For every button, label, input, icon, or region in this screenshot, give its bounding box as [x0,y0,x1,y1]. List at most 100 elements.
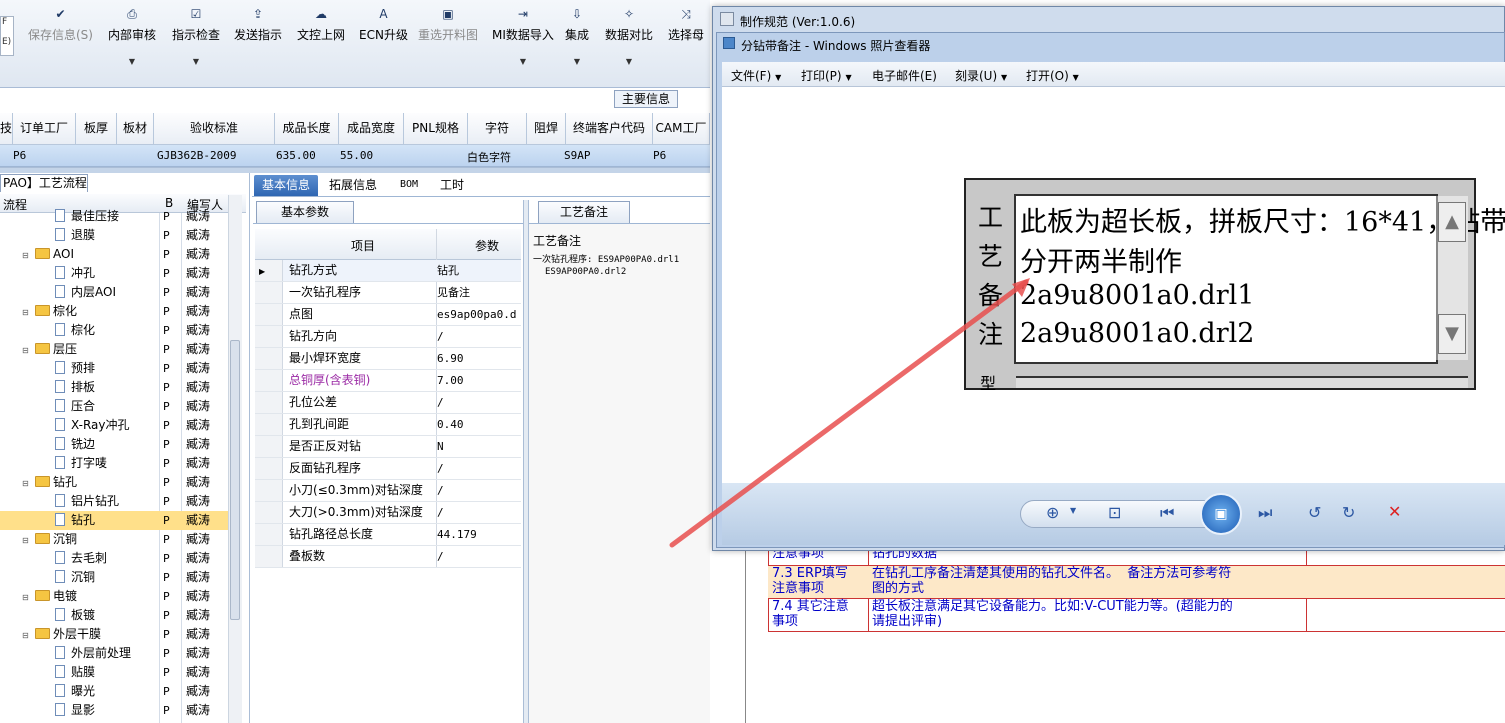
param-row[interactable]: 反面钻孔程序 / [255,458,521,480]
tree-item[interactable]: ⊟ 层压 P 臧涛 [0,340,228,359]
tree-item[interactable]: 贴膜 P 臧涛 [0,663,228,682]
tree-item[interactable]: ⊟ 沉铜 P 臧涛 [0,530,228,549]
tree-item[interactable]: 显影 P 臧涛 [0,701,228,720]
next-icon[interactable]: ⏭ [1258,503,1272,523]
tree-item[interactable]: ⊟ 钻孔 P 臧涛 [0,473,228,492]
chevron-down-icon[interactable]: ▼ [605,57,653,66]
param-row[interactable]: 钻孔路径总长度 44.179 [255,524,521,546]
collapse-icon[interactable]: ⊟ [22,303,31,322]
tree-item[interactable]: 外层前处理 P 臧涛 [0,644,228,663]
toolbar-button[interactable]: ✧ 数据对比 ▼ [605,6,653,76]
chevron-down-icon[interactable]: ▼ [172,57,220,66]
param-value[interactable]: / [437,480,444,501]
param-value[interactable]: / [437,392,444,413]
menu-email[interactable]: 电子邮件(E) [872,67,937,84]
tab-basic-params[interactable]: 基本参数 [256,201,354,223]
param-value[interactable]: N [437,436,444,457]
param-row[interactable]: 大刀(>0.3mm)对钻深度 / [255,502,521,524]
param-value[interactable]: / [437,502,444,523]
grid-data-row[interactable]: P6 GJB362B-2009 635.00 55.00 白色字符 S9AP P6 [0,145,710,167]
tree-item[interactable]: 预排 P 臧涛 [0,359,228,378]
rotate-left-icon[interactable]: ↺ [1308,503,1321,522]
param-row[interactable]: 是否正反对钻 N [255,436,521,458]
grid-column-header[interactable]: 终端客户代码 [566,113,653,145]
param-row[interactable]: 叠板数 / [255,546,521,568]
tree-item[interactable]: 冲孔 P 臧涛 [0,264,228,283]
tree-scrollbar-thumb[interactable] [230,340,240,620]
tree-item[interactable]: 沉铜 P 臧涛 [0,568,228,587]
toolbar-button[interactable]: ⤨ 选择母 [668,6,704,76]
param-value[interactable]: / [437,546,444,567]
param-value[interactable]: 0.40 [437,414,464,435]
tree-item[interactable]: 最佳压接 P 臧涛 [0,207,228,226]
collapse-icon[interactable]: ⊟ [22,626,31,645]
tree-item[interactable]: 曝光 P 臧涛 [0,682,228,701]
tree-item[interactable]: X-Ray冲孔 P 臧涛 [0,416,228,435]
tab-extended-info[interactable]: 拓展信息 [324,175,382,196]
toolbar-button[interactable]: ✔ 保存信息(S) [28,6,93,76]
toolbar-button[interactable]: ⇩ 集成 ▼ [565,6,589,76]
param-value[interactable]: / [437,326,444,347]
chevron-down-icon[interactable]: ▼ [565,57,589,66]
grid-column-header[interactable]: 字符 [468,113,527,145]
param-row[interactable]: 总铜厚(含表铜) 7.00 [255,370,521,392]
collapse-icon[interactable]: ⊟ [22,588,31,607]
grid-column-header[interactable]: 板厚 [76,113,117,145]
tab-process-flow[interactable]: PAO】工艺流程 [0,174,88,192]
grid-column-header[interactable]: 验收标准 [154,113,275,145]
chevron-down-icon[interactable]: ▼ [108,57,156,66]
tree-item[interactable]: 钻孔 P 臧涛 [0,511,228,530]
tab-bom[interactable]: BOM [390,175,428,196]
grid-column-header[interactable]: 成品长度 [275,113,339,145]
param-value[interactable]: es9ap00pa0.d [437,304,516,325]
grid-column-header[interactable]: PNL规格 [404,113,468,145]
tree-item[interactable]: 内层AOI P 臧涛 [0,283,228,302]
param-row[interactable]: 孔到孔间距 0.40 [255,414,521,436]
collapse-icon[interactable]: ⊟ [22,474,31,493]
collapse-icon[interactable]: ⊟ [22,246,31,265]
rotate-right-icon[interactable]: ↻ [1342,503,1355,522]
menu-burn[interactable]: 刻录(U) ▼ [955,67,1007,84]
param-row[interactable]: 钻孔方向 / [255,326,521,348]
grid-column-header[interactable]: 成品宽度 [339,113,404,145]
param-value[interactable]: 44.179 [437,524,477,545]
toolbar-button[interactable]: A ECN升级 [359,6,408,76]
tree-item[interactable]: 板镀 P 臧涛 [0,606,228,625]
tree-item[interactable]: 铝片钻孔 P 臧涛 [0,492,228,511]
tree-item[interactable]: ⊟ 外层干膜 P 臧涛 [0,625,228,644]
toolbar-button[interactable]: ⇥ MI数据导入 ▼ [492,6,554,76]
param-row[interactable]: ▶ 钻孔方式 钻孔 [255,260,521,282]
param-value[interactable]: 6.90 [437,348,464,369]
toolbar-button[interactable]: ☁ 文控上网 [297,6,345,76]
menu-open[interactable]: 打开(O) ▼ [1026,67,1079,84]
tree-item[interactable]: 打字唛 P 臧涛 [0,454,228,473]
param-value[interactable]: 见备注 [437,282,470,303]
toolbar-button[interactable]: ▣ 重选开料图 [418,6,478,76]
chevron-down-icon[interactable]: ▼ [1070,506,1076,515]
param-value[interactable]: 7.00 [437,370,464,391]
grid-column-header[interactable]: 板材 [117,113,154,145]
param-row[interactable]: 孔位公差 / [255,392,521,414]
slideshow-button[interactable]: ▣ [1200,493,1242,535]
grid-column-header[interactable]: 技 [0,113,13,145]
grid-column-header[interactable]: 订单工厂 [13,113,76,145]
system-menu-box[interactable]: F E) [0,16,14,56]
grid-column-header[interactable]: 阻焊 [527,113,566,145]
toolbar-button[interactable]: ⎙ 内部审核 ▼ [108,6,156,76]
tree-item[interactable]: ⊟ AOI P 臧涛 [0,245,228,264]
collapse-icon[interactable]: ⊟ [22,341,31,360]
tree-item[interactable]: 铣边 P 臧涛 [0,435,228,454]
menu-print[interactable]: 打印(P) ▼ [801,67,852,84]
toolbar-button[interactable]: ☑ 指示检查 ▼ [172,6,220,76]
zoom-icon[interactable]: ⊕ [1046,503,1059,522]
param-row[interactable]: 点图 es9ap00pa0.d [255,304,521,326]
tree-item[interactable]: ⊟ 棕化 P 臧涛 [0,302,228,321]
delete-icon[interactable]: ✕ [1388,502,1401,521]
tree-item[interactable]: 棕化 P 臧涛 [0,321,228,340]
previous-icon[interactable]: ⏮ [1160,503,1174,523]
param-row[interactable]: 最小焊环宽度 6.90 [255,348,521,370]
tree-item[interactable]: ⊟ 电镀 P 臧涛 [0,587,228,606]
menu-file[interactable]: 文件(F) ▼ [731,67,781,84]
chevron-down-icon[interactable]: ▼ [492,57,554,66]
param-value[interactable]: / [437,458,444,479]
